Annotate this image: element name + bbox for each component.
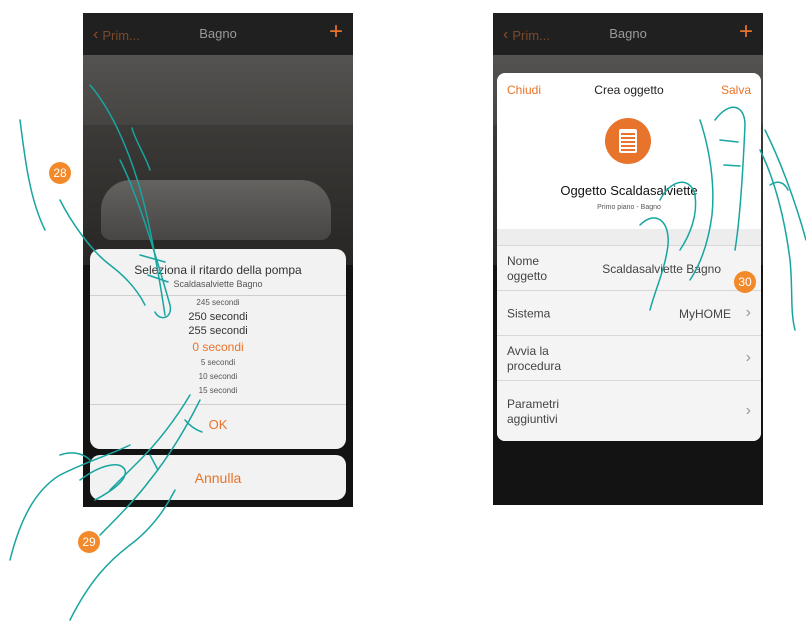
step-badge-30: 30 <box>734 271 756 293</box>
step-badge-29: 29 <box>78 531 100 553</box>
step-badge-28: 28 <box>49 162 71 184</box>
hand-illustrations <box>9 84 806 621</box>
